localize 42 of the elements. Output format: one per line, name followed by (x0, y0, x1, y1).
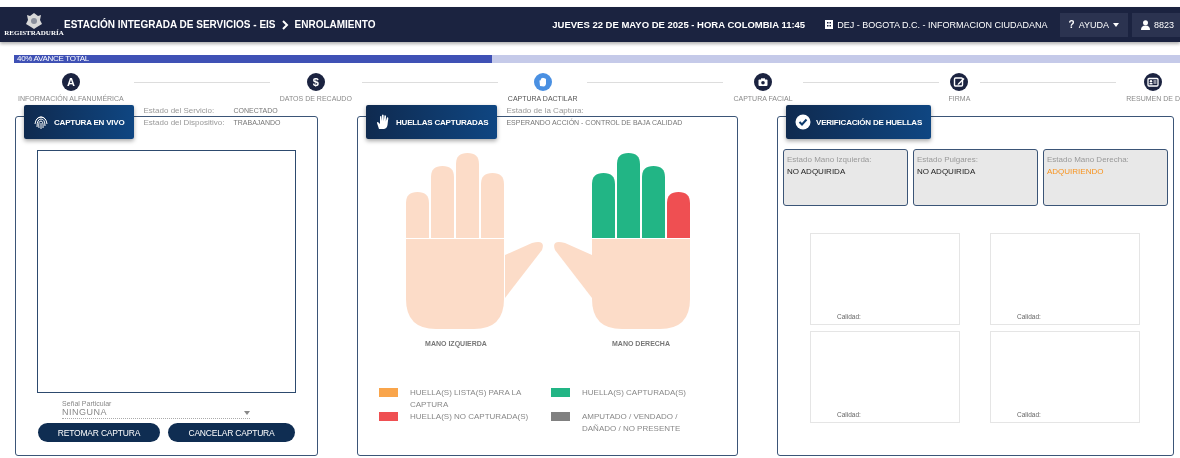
thumb-shape[interactable] (554, 241, 592, 298)
app-title: ESTACIÓN INTEGRADA DE SERVICIOS - EIS (64, 19, 276, 30)
panel-header: CAPTURA EN VIVO (24, 105, 134, 139)
legend-label: HUELLA(S) NO CAPTURADA(S) (410, 411, 529, 423)
legend-label: HUELLA(S) CAPTURADA(S) (582, 387, 686, 399)
thumb-shape[interactable] (505, 241, 543, 298)
finger-shape[interactable] (667, 192, 690, 238)
breadcrumb-text: ENROLAMIENTO (294, 19, 376, 30)
help-button[interactable]: ? AYUDA (1059, 12, 1128, 37)
date-time: JUEVES 22 DE MAYO DE 2025 - HORA COLOMBIA 11:45 (552, 19, 806, 30)
action-button[interactable]: CANCELAR CAPTURA (168, 423, 295, 442)
chevron-icon (280, 19, 289, 30)
edit-icon (950, 73, 969, 91)
panel-header: HUELLAS CAPTURADAS (366, 105, 498, 139)
status-value: NO ADQUIRIDA (787, 166, 846, 178)
legend-label: HUELLA(S) LISTA(S) PARA LA CAPTURA (410, 387, 522, 411)
status-label: Estado del Dispositivo: (143, 117, 226, 129)
caret-icon (244, 410, 250, 415)
check-circle-icon (795, 114, 811, 130)
legend-label: AMPUTADO / VENDADO / DAÑADO / NO PRESENTE (582, 411, 682, 435)
building-icon (825, 20, 834, 29)
finger-shape[interactable] (642, 166, 665, 238)
action-button[interactable]: RETOMAR CAPTURA (38, 423, 160, 442)
dropdown-field[interactable]: NINGUNA (62, 407, 250, 419)
finger-shape[interactable] (617, 153, 640, 238)
fingerprint-icon (33, 114, 49, 130)
caret-icon (1112, 22, 1119, 27)
camera-icon (754, 73, 772, 91)
id-card-icon (1144, 73, 1163, 91)
finger-shape[interactable] (592, 173, 615, 238)
status-label: Estado Pulgares: (917, 154, 978, 166)
status-label: Estado de la Captura: (506, 105, 585, 117)
user-button[interactable]: 8823 (1131, 12, 1180, 37)
status-label: Estado Mano Derecha: (1047, 154, 1129, 166)
status-label: Estado Mano Izquierda: (787, 154, 872, 166)
panel-header: VERIFICACIÓN DE HUELLAS (786, 105, 932, 139)
status-label: Estado del Servicio: (143, 105, 216, 117)
status-value: NO ADQUIRIDA (917, 166, 976, 178)
status-value: ADQUIRIENDO (1047, 166, 1104, 178)
user-icon (1140, 19, 1150, 30)
progress-label: 40% AVANCE TOTAL (17, 54, 89, 63)
office-name: DEJ - BOGOTA D.C. - INFORMACION CIUDADANA (837, 19, 1048, 30)
